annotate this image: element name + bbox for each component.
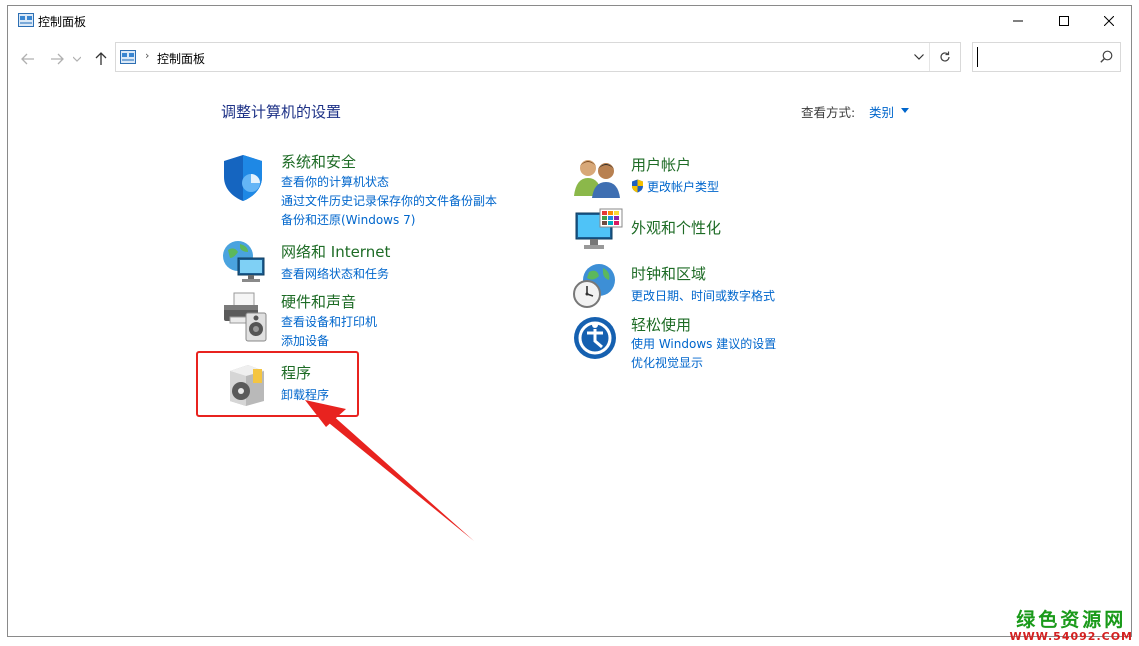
link-devices-printers[interactable]: 查看设备和打印机 [281, 313, 377, 330]
category-network-internet[interactable]: 网络和 Internet [281, 241, 390, 262]
category-appearance-personalization[interactable]: 外观和个性化 [631, 217, 721, 238]
view-by-dropdown[interactable]: 类别 [869, 102, 894, 121]
link-change-account-type[interactable]: 更改帐户类型 [647, 178, 719, 195]
link-change-date-time-format[interactable]: 更改日期、时间或数字格式 [631, 287, 775, 304]
link-add-device[interactable]: 添加设备 [281, 332, 329, 349]
control-panel-icon [120, 50, 136, 64]
category-clock-region[interactable]: 时钟和区域 [631, 263, 706, 284]
search-input[interactable] [977, 47, 1088, 67]
category-system-security[interactable]: 系统和安全 [281, 151, 356, 172]
window-title: 控制面板 [38, 15, 87, 29]
annotation-arrow [305, 400, 474, 541]
view-by-label: 查看方式: [801, 105, 856, 120]
refresh-icon [940, 51, 950, 62]
link-backup-restore[interactable]: 备份和还原(Windows 7) [281, 211, 415, 228]
up-button[interactable] [90, 48, 112, 70]
close-button[interactable] [1086, 6, 1132, 36]
link-optimize-visual-display[interactable]: 优化视觉显示 [631, 354, 703, 371]
watermark: 绿色资源网 WWW.54092.COM [1010, 609, 1134, 643]
back-arrow-icon [21, 53, 34, 65]
users-icon[interactable] [572, 156, 622, 206]
refresh-button[interactable] [930, 43, 960, 71]
uac-shield-icon [632, 179, 643, 193]
search-box[interactable] [972, 42, 1121, 72]
monitor-palette-icon[interactable] [574, 207, 624, 257]
maximize-icon [1059, 16, 1069, 26]
link-network-status[interactable]: 查看网络状态和任务 [281, 265, 389, 282]
page-title: 调整计算机的设置 [221, 103, 342, 121]
chevron-down-icon [914, 54, 924, 60]
link-windows-recommended-settings[interactable]: 使用 Windows 建议的设置 [631, 335, 776, 352]
network-globe-icon[interactable] [220, 238, 270, 288]
address-bar[interactable]: › 控制面板 [115, 42, 961, 72]
back-button[interactable] [17, 48, 39, 70]
forward-arrow-icon [51, 53, 64, 65]
category-user-accounts[interactable]: 用户帐户 [631, 154, 691, 175]
search-icon[interactable] [1100, 50, 1113, 66]
caret-down-icon[interactable] [901, 108, 909, 113]
forward-button[interactable] [46, 48, 68, 70]
programs-highlight-box [196, 351, 359, 417]
address-dropdown-button[interactable] [908, 48, 930, 66]
category-hardware-sound[interactable]: 硬件和声音 [281, 291, 356, 312]
up-arrow-icon [95, 52, 107, 65]
control-panel-window: 控制面板 › 控制面板 调整计算机的设置 查看方式: 类别 系统和安全 查看你的… [7, 5, 1132, 637]
close-icon [1104, 16, 1114, 26]
watermark-url: WWW.54092.COM [1009, 630, 1133, 643]
shield-icon[interactable] [218, 153, 268, 203]
minimize-button[interactable] [995, 6, 1041, 36]
control-panel-icon [18, 13, 34, 27]
link-file-history-backup[interactable]: 通过文件历史记录保存你的文件备份副本 [281, 192, 497, 209]
breadcrumb-control-panel[interactable]: 控制面板 [157, 50, 205, 67]
chevron-down-icon [73, 56, 81, 62]
ease-of-access-icon[interactable] [572, 315, 622, 365]
title-bar: 控制面板 [8, 6, 1131, 36]
clock-globe-icon[interactable] [571, 262, 621, 312]
breadcrumb-separator: › [145, 49, 150, 62]
minimize-icon [1013, 20, 1023, 22]
category-ease-of-access[interactable]: 轻松使用 [631, 314, 691, 335]
recent-locations-button[interactable] [70, 48, 84, 70]
watermark-title: 绿色资源网 [1016, 609, 1127, 631]
maximize-button[interactable] [1041, 6, 1087, 36]
printer-speaker-icon[interactable] [220, 291, 270, 342]
link-view-computer-status[interactable]: 查看你的计算机状态 [281, 173, 389, 190]
